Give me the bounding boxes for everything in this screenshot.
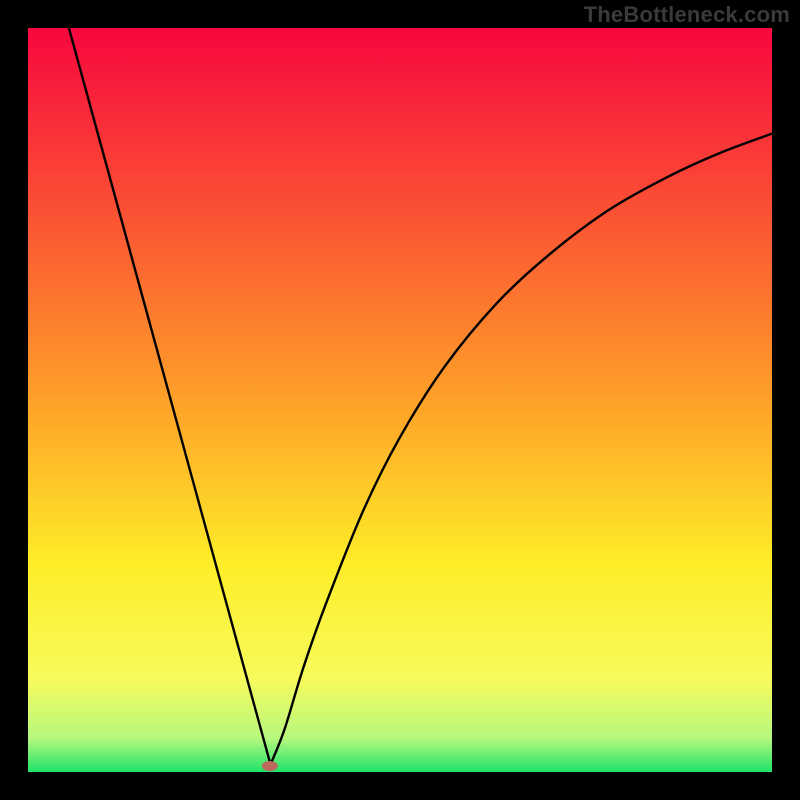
watermark-text: TheBottleneck.com	[584, 2, 790, 28]
minimum-marker	[262, 761, 278, 771]
gradient-background	[28, 28, 772, 772]
plot-area	[28, 28, 772, 772]
chart-frame: TheBottleneck.com	[0, 0, 800, 800]
chart-svg	[28, 28, 772, 772]
